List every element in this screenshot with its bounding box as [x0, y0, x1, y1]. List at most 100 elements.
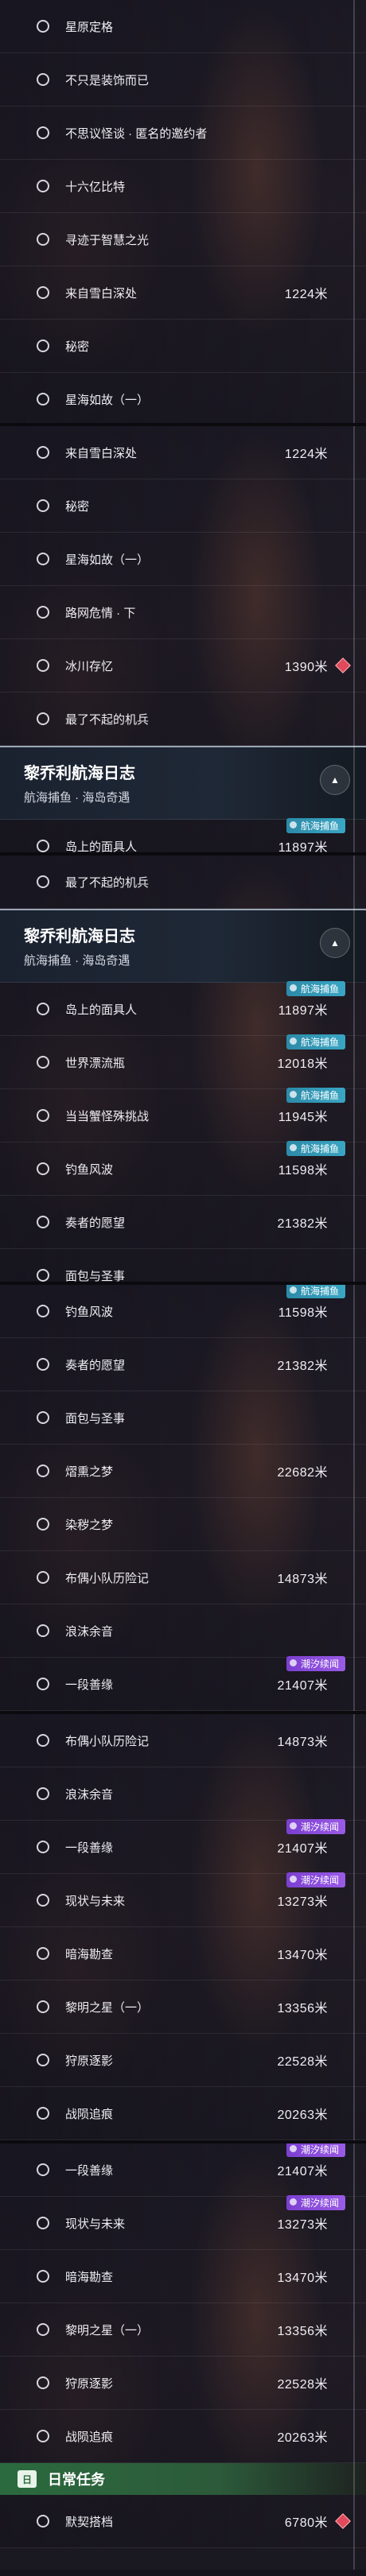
mission-row[interactable]: 狩原逐影 22528米 [0, 2357, 366, 2410]
mission-row[interactable]: 面包与圣事 [0, 1391, 366, 1445]
mission-row[interactable]: 世界漂流瓶 12018米 航海捕鱼 [0, 1034, 366, 1089]
mission-row[interactable]: 浪沫余音 [0, 1767, 366, 1821]
mission-status-circle-icon [37, 2000, 49, 2013]
mission-distance: 1224米 [284, 448, 328, 461]
mission-row[interactable]: 一段善缘 21407米 潮汐续闻 [0, 1656, 366, 1711]
mission-row[interactable]: 战陨追痕 20263米 [0, 2087, 366, 2140]
mission-distance: 6780米 [284, 2516, 328, 2530]
mission-status-circle-icon [37, 499, 49, 512]
mission-status-circle-icon [37, 2054, 49, 2066]
mission-row[interactable]: 浪沫余音 [0, 1604, 366, 1658]
event-badge: 航海捕鱼 [286, 1088, 345, 1103]
mission-row[interactable]: 狩原逐影 22528米 [0, 2034, 366, 2087]
event-badge: 航海捕鱼 [286, 1285, 345, 1298]
mission-status-circle-icon [37, 1894, 49, 1907]
mission-row[interactable]: 钓鱼风波 11598米 航海捕鱼 [0, 1285, 366, 1338]
mission-distance: 22528米 [277, 2378, 328, 2392]
event-badge: 潮汐续闻 [286, 2143, 345, 2157]
mission-row[interactable]: 默契搭档 6780米 [0, 2495, 366, 2548]
mission-distance: 13273米 [277, 1895, 328, 1909]
mission-title: 浪沫余音 [65, 1787, 114, 1802]
mission-title: 星海如故（一） [65, 553, 150, 567]
mission-title: 寻迹于智慧之光 [65, 233, 150, 247]
mission-row[interactable]: 战陨追痕 20263米 [0, 2410, 366, 2463]
mission-status-circle-icon [37, 1056, 49, 1069]
mission-row[interactable]: 来自雪白深处 1224米 [0, 426, 366, 479]
mission-row[interactable]: 熠熏之梦 22682米 [0, 1445, 366, 1498]
daily-tasks-header[interactable]: 日日常任务 [0, 2463, 366, 2495]
mission-row[interactable]: 寻迹于智慧之光 [0, 213, 366, 266]
mission-row[interactable]: 秘密 [0, 479, 366, 533]
mission-distance: 13273米 [277, 2218, 328, 2232]
mission-distance: 21407米 [277, 1842, 328, 1856]
mission-row[interactable]: 最了不起的机兵 [0, 855, 366, 909]
mission-row[interactable]: 不只是装饰而已 [0, 53, 366, 107]
mission-row[interactable]: 星原定格 [0, 0, 366, 53]
mission-row[interactable]: 奏者的愿望 21382米 [0, 1196, 366, 1249]
mission-row[interactable]: 当当蟹怪殊挑战 11945米 航海捕鱼 [0, 1088, 366, 1143]
mission-row[interactable]: 面包与圣事 [0, 1249, 366, 1282]
mission-category-header[interactable]: 黎乔利航海日志 航海捕鱼 · 海岛奇遇 ▲ [0, 746, 366, 820]
mission-status-circle-icon [37, 1787, 49, 1800]
mission-row[interactable]: 来自雪白深处 1224米 [0, 266, 366, 320]
mission-row[interactable]: 布偶小队历险记 14873米 [0, 1551, 366, 1604]
mission-status-circle-icon [37, 2270, 49, 2283]
collapse-chevron-icon[interactable]: ▲ [320, 928, 350, 958]
mission-row[interactable]: 冰川存忆 1390米 [0, 639, 366, 692]
category-title: 黎乔利航海日志 [24, 765, 135, 782]
mission-row[interactable]: 路网危情 · 下 [0, 586, 366, 639]
mission-row[interactable]: 一段善缘 21407米 潮汐续闻 [0, 1819, 366, 1874]
mission-row[interactable]: 奏者的愿望 21382米 [0, 1338, 366, 1391]
mission-status-circle-icon [37, 1411, 49, 1424]
event-badge: 潮汐续闻 [286, 1872, 345, 1887]
mission-status-circle-icon [37, 2217, 49, 2229]
mission-row[interactable]: 十六亿比特 [0, 160, 366, 213]
mission-row[interactable]: 一段善缘 21407米 潮汐续闻 [0, 2143, 366, 2197]
mission-status-circle-icon [37, 73, 49, 86]
mission-row[interactable]: 布偶小队历险记 14873米 [0, 1714, 366, 1767]
mission-distance: 11598米 [278, 1306, 328, 1320]
mission-row[interactable]: 暗海勘查 13470米 [0, 1927, 366, 1980]
mission-row[interactable]: 岛上的面具人 11897米 航海捕鱼 [0, 818, 366, 852]
mission-category-header[interactable]: 黎乔利航海日志 航海捕鱼 · 海岛奇遇 ▲ [0, 909, 366, 983]
mission-row[interactable]: 不思议怪谈 · 匿名的邀约者 [0, 107, 366, 160]
mission-distance: 12018米 [277, 1057, 328, 1071]
mission-status-circle-icon [37, 286, 49, 299]
mission-row[interactable]: 现状与未来 13273米 潮汐续闻 [0, 2195, 366, 2250]
mission-distance: 11897米 [278, 1004, 328, 1018]
event-badge: 航海捕鱼 [286, 981, 345, 996]
mission-row[interactable]: 星海如故（一） [0, 533, 366, 586]
mission-row[interactable]: 岛上的面具人 11897米 航海捕鱼 [0, 981, 366, 1036]
mission-status-circle-icon [37, 2163, 49, 2176]
mission-distance: 1224米 [284, 288, 328, 301]
mission-title: 星原定格 [65, 20, 114, 34]
mission-status-circle-icon [37, 2323, 49, 2336]
mission-status-circle-icon [37, 1003, 49, 1015]
mission-status-circle-icon [37, 20, 49, 33]
daily-tasks-title: 日常任务 [48, 2472, 105, 2488]
mission-row[interactable]: 黎明之星（一） 13356米 [0, 1980, 366, 2034]
mission-row[interactable]: 染秽之梦 [0, 1498, 366, 1551]
mission-row[interactable]: 最了不起的机兵 [0, 692, 366, 746]
mission-row[interactable]: 秘密 [0, 320, 366, 373]
mission-row[interactable]: 暗海勘查 13470米 [0, 2250, 366, 2303]
mission-distance: 13356米 [277, 2002, 328, 2015]
category-subtitle: 航海捕鱼 · 海岛奇遇 [24, 791, 130, 805]
mission-row[interactable]: 星海如故（一） [0, 373, 366, 426]
mission-distance: 11897米 [278, 841, 328, 852]
mission-row[interactable]: 现状与未来 13273米 潮汐续闻 [0, 1872, 366, 1927]
mission-status-circle-icon [37, 1216, 49, 1228]
mission-distance: 13470米 [277, 2271, 328, 2285]
mission-distance: 21382米 [277, 1360, 328, 1373]
mission-row[interactable]: 黎明之星（一） 13356米 [0, 2303, 366, 2357]
collapse-chevron-icon[interactable]: ▲ [320, 765, 350, 795]
category-subtitle: 航海捕鱼 · 海岛奇遇 [24, 954, 130, 968]
mission-title: 星海如故（一） [65, 393, 150, 407]
event-badge: 航海捕鱼 [286, 1034, 345, 1049]
mission-status-circle-icon [37, 606, 49, 619]
mission-list-panel: 最了不起的机兵 黎乔利航海日志 航海捕鱼 · 海岛奇遇 ▲ 岛上的面具人 11897米 航海… [0, 855, 366, 1282]
mission-row[interactable]: 钓鱼风波 11598米 航海捕鱼 [0, 1141, 366, 1196]
mission-status-circle-icon [37, 1678, 49, 1690]
mission-list-panel: 一段善缘 21407米 潮汐续闻 现状与未来 13273米 潮汐续闻 暗海勘查 13470米黎… [0, 2143, 366, 2570]
mission-status-circle-icon [37, 1109, 49, 1122]
